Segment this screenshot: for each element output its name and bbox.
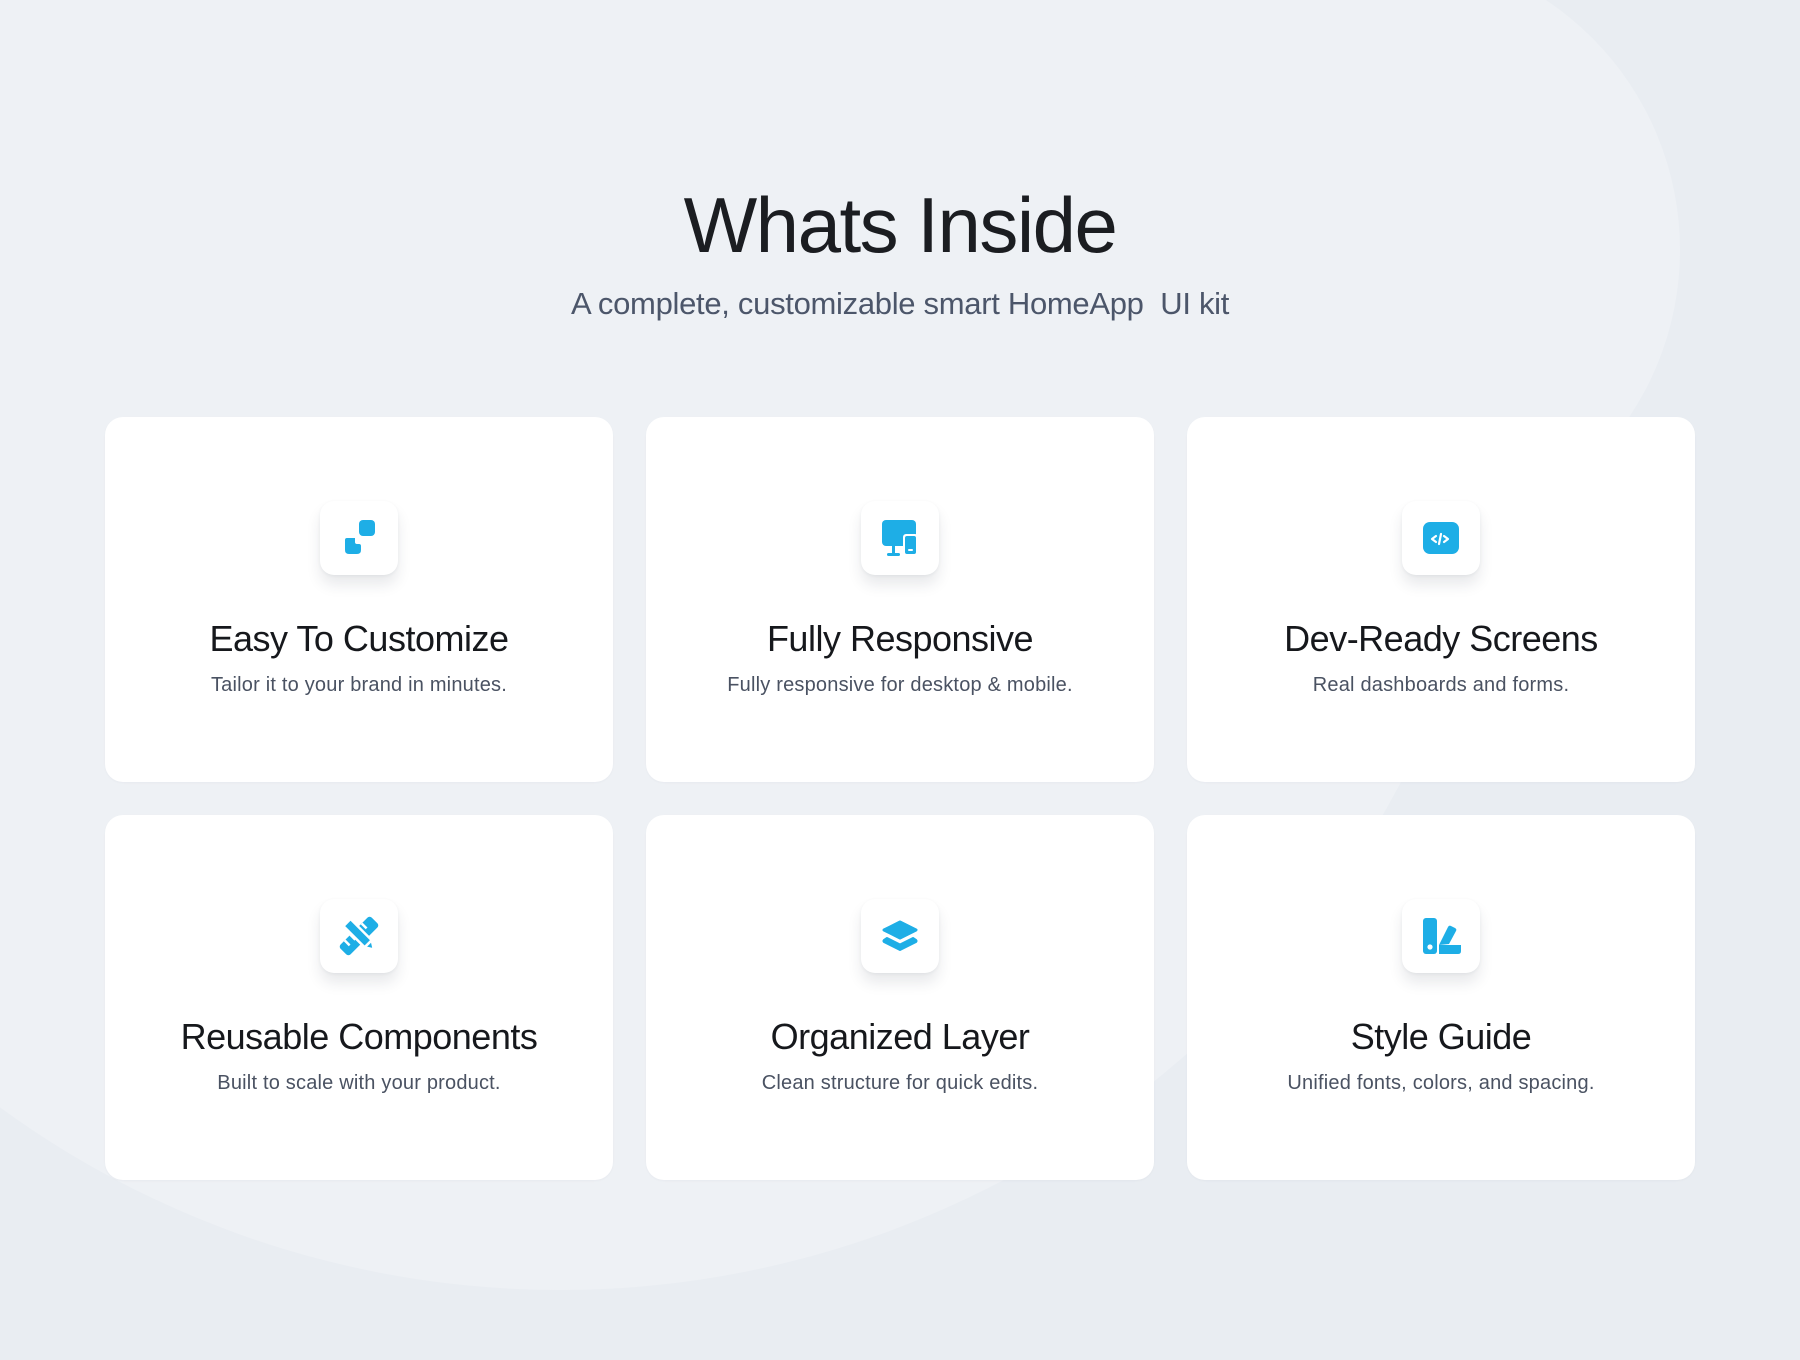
feature-icon-tile bbox=[320, 501, 398, 575]
section-header: Whats Inside A complete, customizable sm… bbox=[0, 180, 1800, 324]
feature-icon-tile bbox=[1402, 501, 1480, 575]
feature-icon-tile bbox=[861, 501, 939, 575]
feature-card-fully-responsive: Fully Responsive Fully responsive for de… bbox=[646, 417, 1154, 782]
feature-description: Fully responsive for desktop & mobile. bbox=[727, 674, 1073, 696]
feature-card-dev-ready-screens: Dev-Ready Screens Real dashboards and fo… bbox=[1187, 417, 1695, 782]
feature-description: Built to scale with your product. bbox=[217, 1072, 501, 1094]
layers-icon bbox=[882, 920, 918, 951]
feature-title: Organized Layer bbox=[770, 1016, 1030, 1057]
page-title: Whats Inside bbox=[683, 181, 1118, 269]
feature-icon-tile bbox=[1402, 899, 1480, 973]
feature-title: Easy To Customize bbox=[209, 618, 509, 659]
responsive-devices-icon bbox=[882, 520, 918, 556]
feature-description: Real dashboards and forms. bbox=[1312, 674, 1570, 696]
pencil-ruler-icon bbox=[339, 916, 379, 956]
feature-title: Fully Responsive bbox=[766, 618, 1034, 659]
customize-squares-icon bbox=[345, 520, 375, 554]
page-subtitle: A complete, customizable smart HomeApp U… bbox=[570, 286, 1230, 321]
features-grid: Easy To Customize Tailor it to your bran… bbox=[105, 417, 1695, 1180]
feature-title: Reusable Components bbox=[180, 1016, 538, 1057]
feature-icon-tile bbox=[861, 899, 939, 973]
feature-card-reusable-components: Reusable Components Built to scale with … bbox=[105, 815, 613, 1180]
feature-description: Unified fonts, colors, and spacing. bbox=[1287, 1072, 1595, 1094]
code-window-icon bbox=[1423, 522, 1459, 554]
feature-card-easy-to-customize: Easy To Customize Tailor it to your bran… bbox=[105, 417, 613, 782]
feature-icon-tile bbox=[320, 899, 398, 973]
swatch-book-icon bbox=[1423, 918, 1461, 954]
feature-card-style-guide: Style Guide Unified fonts, colors, and s… bbox=[1187, 815, 1695, 1180]
feature-title: Dev-Ready Screens bbox=[1284, 618, 1598, 659]
feature-description: Clean structure for quick edits. bbox=[761, 1072, 1039, 1094]
feature-title: Style Guide bbox=[1350, 1016, 1532, 1057]
feature-description: Tailor it to your brand in minutes. bbox=[210, 674, 508, 696]
feature-card-organized-layer: Organized Layer Clean structure for quic… bbox=[646, 815, 1154, 1180]
